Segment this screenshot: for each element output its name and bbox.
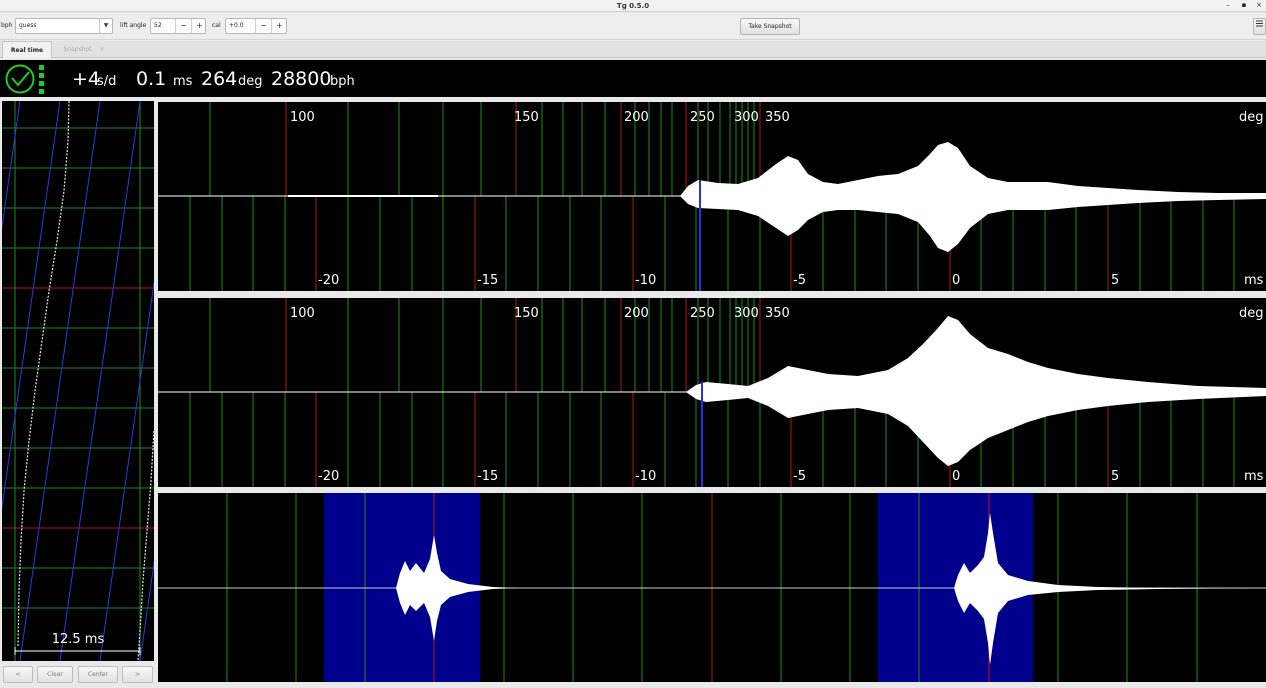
period-waveform-panel [158, 493, 1266, 682]
menu-lines-icon [1256, 20, 1263, 27]
bph-combo[interactable]: guess ▼ [15, 18, 113, 34]
bph-label: bph [1, 22, 13, 29]
tic-ms-grid [189, 196, 1235, 291]
paperstrip-clear-button[interactable]: Clear [37, 666, 73, 683]
scale-bar [14, 647, 141, 655]
toc-ms-tick-label: -5 [793, 469, 806, 484]
clock-check-icon [5, 64, 44, 94]
tic-deg-tick-label: 300 [734, 110, 759, 125]
paperstrip-center-button[interactable]: Center [78, 666, 118, 683]
take-snapshot-button[interactable]: Take Snapshot [740, 18, 800, 35]
beat-error-unit: ms [173, 74, 193, 89]
cal-spinner[interactable]: +0.0 − + [225, 18, 287, 34]
paperstrip-display: 12.5 ms [2, 101, 154, 661]
beat-error-value: 0.1 [136, 68, 167, 90]
tic-waveform-panel: 100 150 200 250 300 350 deg -20 -15 -10 … [158, 102, 1266, 291]
bph-combo-value: guess [19, 22, 37, 29]
toc-deg-tick-label: 200 [624, 306, 649, 321]
toc-deg-tick-label: 300 [734, 306, 759, 321]
tic-deg-tick-label: 100 [290, 110, 315, 125]
rate-unit: s/d [97, 74, 117, 89]
toc-ms-unit: ms [1244, 469, 1264, 484]
toolbar: bph guess ▼ lift angle 52 − + cal +0.0 −… [0, 13, 1266, 40]
lift-angle-spinner[interactable]: 52 − + [150, 18, 206, 34]
paperstrip-plot [2, 101, 154, 661]
tab-snapshot[interactable]: Snapshot × [56, 41, 112, 58]
cal-value[interactable]: +0.0 [229, 19, 244, 33]
lift-angle-decrement-button[interactable]: − [175, 19, 191, 33]
chevron-down-icon[interactable]: ▼ [99, 19, 112, 33]
bph-readout-unit: bph [330, 74, 355, 89]
amplitude-unit: deg [238, 74, 263, 89]
paperstrip-traces [17, 101, 154, 661]
tic-ms-tick-label: -15 [477, 273, 499, 288]
toc-ms-tick-label: 5 [1111, 469, 1120, 484]
toc-ms-tick-label: -10 [635, 469, 657, 484]
period-waveform-plot [158, 493, 1266, 682]
close-icon[interactable]: × [1253, 0, 1265, 11]
tic-waveform [288, 142, 1266, 252]
tic-deg-tick-label: 200 [624, 110, 649, 125]
tab-snapshot-label: Snapshot [63, 46, 92, 53]
tic-ms-tick-label: 5 [1111, 273, 1120, 288]
tab-real-time[interactable]: Real time [2, 41, 52, 58]
tic-deg-tick-label: 350 [765, 110, 790, 125]
toc-deg-tick-label: 350 [765, 306, 790, 321]
minimize-icon[interactable]: – [1222, 0, 1234, 11]
toc-ms-tick-label: -15 [477, 469, 499, 484]
toc-waveform-plot [158, 298, 1266, 487]
tic-ms-tick-label: -5 [793, 273, 806, 288]
lift-angle-label: lift angle [120, 22, 147, 29]
toc-waveform-panel: 100 150 200 250 300 350 deg -20 -15 -10 … [158, 298, 1266, 487]
window-title: Tg 0.5.0 [616, 2, 650, 10]
tic-ms-unit: ms [1244, 273, 1264, 288]
scale-label: 12.5 ms [51, 632, 105, 647]
toc-deg-unit: deg [1239, 306, 1264, 321]
tab-bar: Real time Snapshot × [0, 41, 1266, 58]
rate-value: +4 [72, 68, 101, 90]
tic-ms-tick-label: -20 [318, 273, 340, 288]
toc-deg-tick-label: 150 [514, 306, 539, 321]
paperstrip-left-button[interactable]: < [3, 666, 33, 683]
tab-real-time-label: Real time [10, 47, 44, 54]
cal-decrement-button[interactable]: − [255, 19, 271, 33]
tab-close-icon[interactable]: × [99, 46, 104, 53]
tic-ms-tick-label: -10 [635, 273, 657, 288]
bph-readout-value: 28800 [271, 68, 332, 90]
toc-deg-tick-label: 250 [690, 306, 715, 321]
status-bar: +4 s/d 0.1 ms 264 deg 28800 bph [0, 60, 1266, 97]
tic-ms-tick-label: 0 [952, 273, 961, 288]
hamburger-menu-icon[interactable] [1253, 18, 1266, 35]
maximize-icon[interactable]: ▪ [1238, 0, 1250, 11]
tic-waveform-plot [158, 102, 1266, 291]
amplitude-value: 264 [201, 68, 238, 90]
lift-angle-value[interactable]: 52 [154, 19, 162, 33]
paperstrip-right-button[interactable]: > [122, 666, 153, 683]
toc-ms-tick-label: 0 [952, 469, 961, 484]
toc-deg-tick-label: 100 [290, 306, 315, 321]
title-bar: Tg 0.5.0 – ▪ × [0, 0, 1266, 12]
toc-waveform [686, 316, 1266, 466]
cal-increment-button[interactable]: + [271, 19, 287, 33]
toc-ms-tick-label: -20 [318, 469, 340, 484]
tic-deg-tick-label: 250 [690, 110, 715, 125]
lift-angle-increment-button[interactable]: + [191, 19, 207, 33]
paperstrip-blue-lines [2, 101, 154, 661]
tic-deg-tick-label: 150 [514, 110, 539, 125]
paperstrip-grid [2, 101, 154, 661]
cal-label: cal [212, 22, 221, 29]
tic-deg-unit: deg [1239, 110, 1264, 125]
